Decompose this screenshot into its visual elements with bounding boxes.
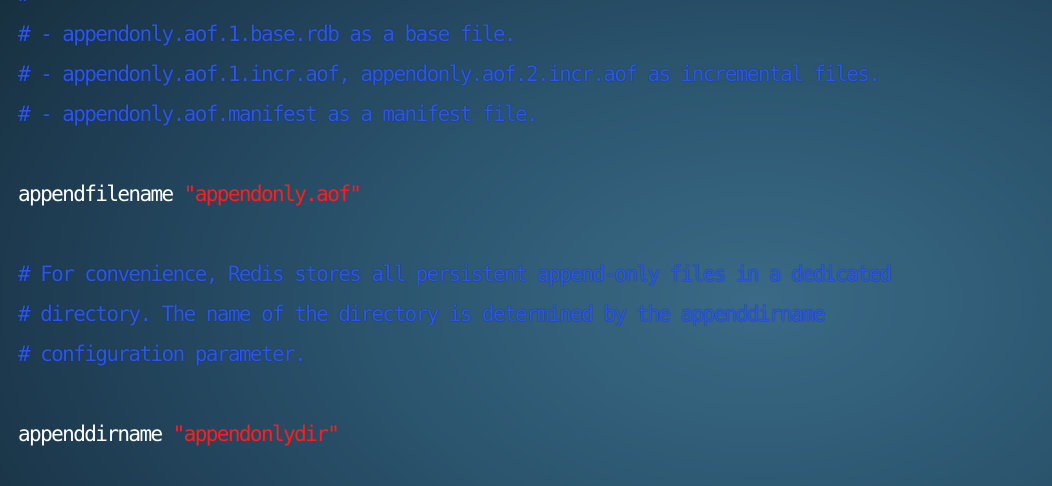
directive-line-appenddirname: appenddirname "appendonlydir"	[18, 414, 890, 454]
directive-key: appenddirname	[18, 422, 163, 446]
config-text[interactable]: # # - appendonly.aof.1.base.rdb as a base…	[18, 0, 892, 454]
comment-line: # - appendonly.aof.1.base.rdb as a base …	[18, 22, 517, 46]
comment-line: # directory. The name of the directory i…	[18, 302, 826, 326]
directive-key: appendfilename	[18, 182, 174, 206]
comment-line: #	[18, 0, 890, 14]
directive-value: "appendonly.aof"	[183, 182, 362, 206]
comment-line: # For convenience, Redis stores all pers…	[18, 262, 892, 286]
comment-line: # configuration parameter.	[18, 342, 307, 366]
comment-line: # - appendonly.aof.1.incr.aof, appendonl…	[18, 62, 881, 86]
comment-line: # - appendonly.aof.manifest as a manifes…	[18, 102, 539, 126]
directive-value: "appendonlydir"	[172, 422, 340, 446]
directive-line-appendfilename: appendfilename "appendonly.aof"	[18, 174, 890, 214]
terminal-window[interactable]: # # - appendonly.aof.1.base.rdb as a base…	[0, 0, 1052, 486]
